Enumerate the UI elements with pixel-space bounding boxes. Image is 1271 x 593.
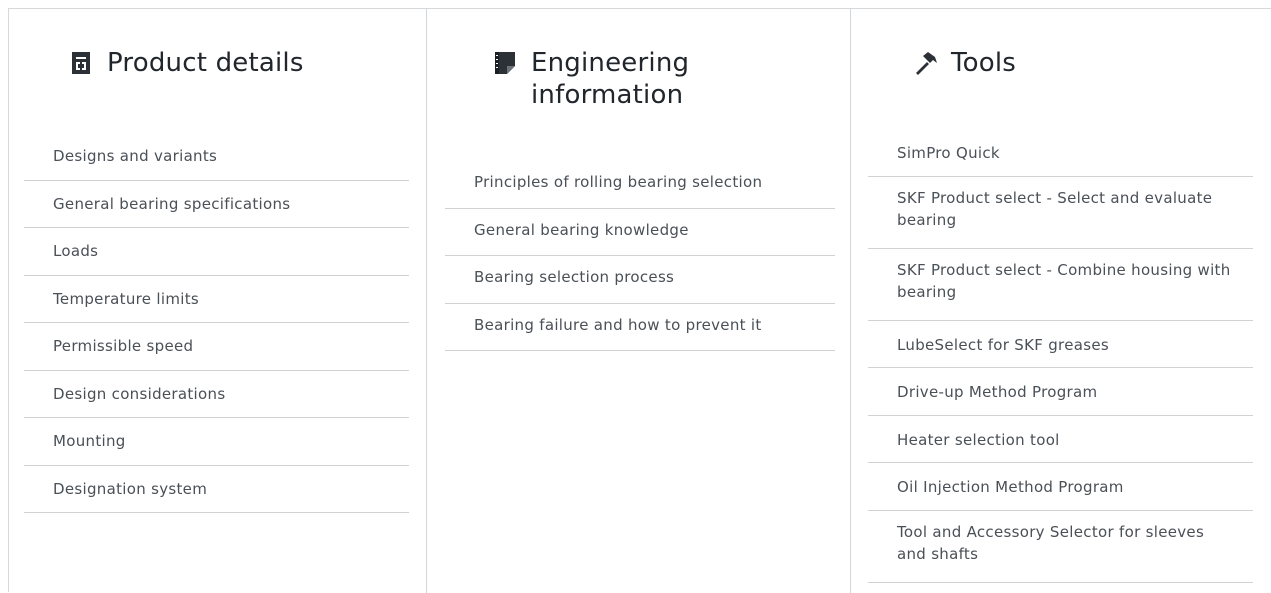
tools-link[interactable]: Heater selection tool xyxy=(868,416,1253,463)
tools-link-label: LubeSelect for SKF greases xyxy=(897,335,1109,354)
tools-link[interactable]: SKF Product select - Select and evaluate… xyxy=(868,177,1253,249)
engineering-information-link[interactable]: Bearing failure and how to prevent it xyxy=(445,304,835,351)
tools-link-label: Oil Injection Method Program xyxy=(897,478,1124,496)
product-details-link-list: Designs and variants General bearing spe… xyxy=(24,133,409,513)
product-details-link[interactable]: Designs and variants xyxy=(24,133,409,181)
tools-link[interactable]: Drive-up Method Program xyxy=(868,368,1253,416)
tools-title: Tools xyxy=(951,48,1017,78)
product-details-link[interactable]: Loads xyxy=(24,228,409,276)
tools-link[interactable]: SKF Product select - Combine housing wit… xyxy=(868,249,1253,321)
engineering-information-column: Engineering information Principles of ro… xyxy=(427,9,851,593)
tools-link-label: Drive-up Method Program xyxy=(897,383,1098,401)
tools-link-label: SKF Product select - Combine housing wit… xyxy=(897,260,1231,301)
notebook-icon xyxy=(495,52,515,74)
engineering-information-link[interactable]: Bearing selection process xyxy=(445,256,835,304)
product-details-link[interactable]: Temperature limits xyxy=(24,276,409,323)
document-icon xyxy=(72,52,90,74)
product-details-column: Product details Designs and variants Gen… xyxy=(9,9,427,593)
tools-link-label: Tool and Accessory Selector for sleeves … xyxy=(897,522,1205,563)
tools-heading: Tools xyxy=(913,47,1016,79)
tools-link-label: SimPro Quick xyxy=(897,144,1000,162)
tools-link[interactable]: Oil Injection Method Program xyxy=(868,463,1253,511)
tools-link[interactable]: Tool and Accessory Selector for sleeves … xyxy=(868,511,1253,583)
product-details-link[interactable]: Permissible speed xyxy=(24,323,409,371)
product-details-link[interactable]: Mounting xyxy=(24,418,409,466)
tools-column: Tools SimPro Quick SKF Product select - … xyxy=(851,9,1271,593)
engineering-information-heading: Engineering information xyxy=(493,47,721,111)
tools-link-list: SimPro Quick SKF Product select - Select… xyxy=(868,129,1253,583)
product-details-link[interactable]: Design considerations xyxy=(24,371,409,418)
product-details-link[interactable]: General bearing specifications xyxy=(24,181,409,228)
tools-link[interactable]: LubeSelect for SKF greases xyxy=(868,321,1253,368)
product-details-heading: Product details xyxy=(69,47,304,79)
engineering-information-title: Engineering information xyxy=(531,48,690,110)
tools-link[interactable]: SimPro Quick xyxy=(868,129,1253,177)
link-panel: Product details Designs and variants Gen… xyxy=(8,8,1271,593)
engineering-information-link-list: Principles of rolling bearing selection … xyxy=(445,161,835,351)
product-details-link[interactable]: Designation system xyxy=(24,466,409,513)
product-details-title: Product details xyxy=(107,48,304,78)
engineering-information-link[interactable]: General bearing knowledge xyxy=(445,209,835,256)
tools-link-label: SKF Product select - Select and evaluate… xyxy=(897,188,1213,229)
hammer-icon xyxy=(916,52,937,75)
tools-link-label: Heater selection tool xyxy=(897,430,1060,449)
engineering-information-link[interactable]: Principles of rolling bearing selection xyxy=(445,161,835,209)
